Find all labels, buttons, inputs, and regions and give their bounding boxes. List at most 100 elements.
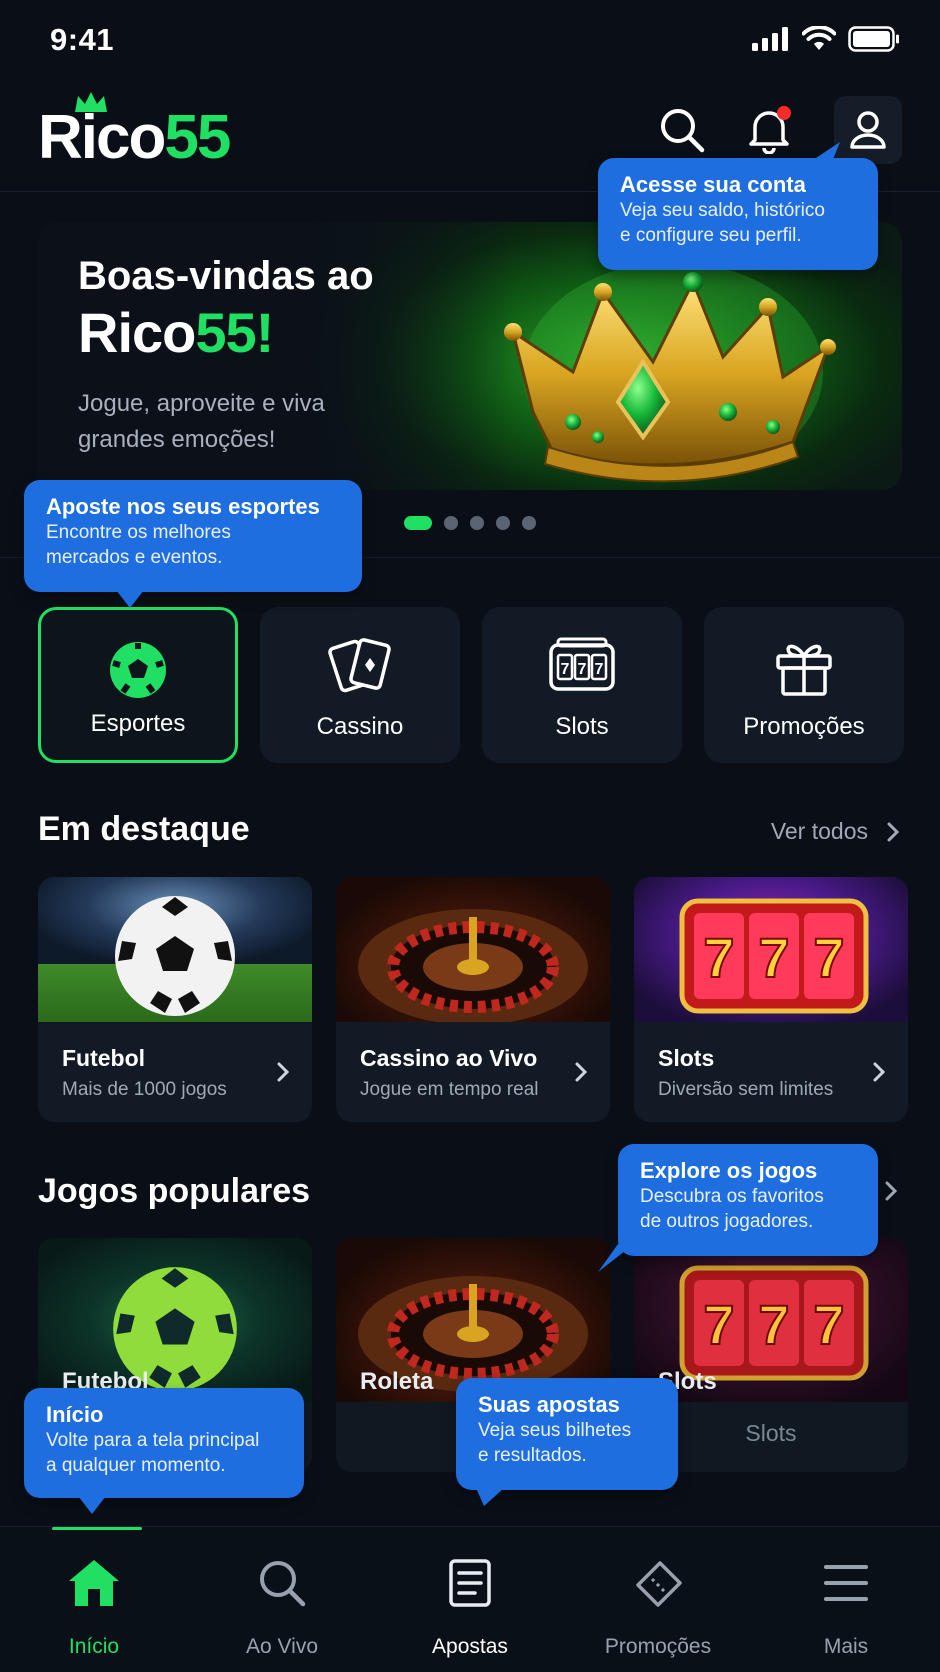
search-icon [254,1555,310,1611]
search-icon [661,109,705,153]
category-slots[interactable]: 7 7 7 Slots [482,607,682,763]
category-label: Promoções [743,713,865,740]
tooltip-home[interactable]: Início Volte para a tela principal a qua… [24,1388,304,1514]
user-icon [850,111,886,149]
notification-dot [777,106,791,120]
search-button[interactable] [648,96,716,164]
tooltip-title: Acesse sua conta [620,172,806,197]
tooltip-body: Descubra os favoritos de outros jogadore… [640,1186,824,1232]
tooltip-title: Suas apostas [478,1392,620,1417]
tooltip-body: Veja seu saldo, histórico e configure se… [620,200,825,246]
svg-text:7: 7 [703,1293,734,1356]
home-icon [66,1555,122,1611]
tooltip-title: Aposte nos seus esportes [46,494,320,519]
tooltip-title: Explore os jogos [640,1158,818,1183]
tab-label: Mais [823,1635,869,1658]
signal-icon [752,27,788,51]
chevron-right-icon [277,1062,290,1082]
svg-text:7: 7 [561,661,570,678]
slots-image: 7 7 7 [634,877,908,1022]
banner-brand-main: Rico [78,301,196,364]
section-title-featured: Em destaque [38,810,250,848]
carousel-dot[interactable] [444,516,458,530]
tab-ao-vivo[interactable]: Ao Vivo [188,1527,376,1672]
tab-promocoes[interactable]: Promoções [564,1527,752,1672]
carousel-dot[interactable] [470,516,484,530]
featured-row: Futebol Mais de 1000 jogos Cassino ao Vi… [38,877,908,1122]
see-all-label: Ver todos [770,818,868,844]
section-title-popular: Jogos populares [38,1172,311,1210]
card-subtitle: Diversão sem limites [658,1079,834,1100]
card-title: Slots [658,1045,715,1071]
svg-text:7: 7 [703,926,734,989]
status-bar: 9:41 [0,0,940,82]
svg-text:7: 7 [813,926,844,989]
futebol-image [38,877,312,1022]
chevron-right-icon[interactable] [884,1180,898,1202]
tooltip-explore[interactable]: Explore os jogos Descubra os favoritos d… [598,1144,878,1272]
tab-active-indicator [52,1527,142,1530]
chevron-right-icon [873,1062,886,1082]
tab-mais[interactable]: Mais [752,1527,940,1672]
tooltip-body: Encontre os melhores mercados e eventos. [46,522,231,568]
category-label: Cassino [316,713,404,740]
tooltip-arrow [476,1488,504,1506]
featured-card-cassino-ao-vivo[interactable]: Cassino ao Vivo Jogue em tempo real [336,877,610,1122]
tab-label: Ao Vivo [246,1635,318,1658]
svg-text:7: 7 [578,661,587,678]
tab-label: Início [68,1635,120,1658]
card-subtitle: Jogue em tempo real [360,1079,539,1100]
tooltip-arrow [116,590,144,608]
tab-label: Apostas [432,1635,508,1658]
banner-brand: Rico55! [78,300,274,365]
tooltip-arrow [598,1244,634,1272]
card-title: Futebol [62,1045,146,1071]
wifi-icon [802,26,836,50]
card-title: Cassino ao Vivo [360,1045,538,1071]
roulette-image [336,877,610,1022]
notifications-button[interactable] [735,96,803,164]
banner-brand-accent: 55! [195,301,274,364]
tooltip-sports[interactable]: Aposte nos seus esportes Encontre os mel… [24,480,362,608]
tab-apostas[interactable]: Apostas [376,1527,564,1672]
carousel-dot[interactable] [522,516,536,530]
featured-card-futebol[interactable]: Futebol Mais de 1000 jogos [38,877,312,1122]
svg-text:7: 7 [595,661,604,678]
tooltip-title: Início [46,1402,104,1427]
card-subtitle: Mais de 1000 jogos [62,1079,227,1100]
bottom-tab-bar: Início Ao Vivo Apostas Promoções Mais [0,1526,940,1672]
see-all-link[interactable]: Ver todos [771,818,900,845]
carousel-dots [404,516,536,530]
svg-text:7: 7 [813,1293,844,1356]
battery-icon [848,26,899,52]
futebol-image: Futebol [38,1238,312,1402]
slot-machine-icon: 7 7 7 [547,635,617,699]
soccer-ball-icon [103,638,173,702]
carousel-dot[interactable] [404,516,432,530]
category-cassino[interactable]: Cassino [260,607,460,763]
chevron-right-icon [575,1062,588,1082]
category-esportes[interactable]: Esportes [38,607,238,763]
tooltip-account[interactable]: Acesse sua conta Veja seu saldo, históri… [598,142,878,270]
gift-icon [769,635,839,699]
category-promocoes[interactable]: Promoções [704,607,904,763]
status-time: 9:41 [50,22,115,57]
svg-text:7: 7 [758,926,789,989]
carousel-dot[interactable] [496,516,510,530]
status-icons [752,26,900,52]
category-label: Esportes [90,710,186,737]
ticket-list-icon [442,1555,498,1611]
category-label: Slots [555,713,609,740]
logo-text-main: Rico [38,103,166,172]
slots-image: 7 7 7 Slots [634,1238,908,1402]
tooltip-arrow [810,142,840,162]
tab-label: Promoções [604,1635,712,1658]
brand-logo[interactable]: Rico55 [38,102,231,173]
coupon-icon [630,1555,686,1611]
featured-card-slots[interactable]: 7 7 7 Slots Diversão sem limites [634,877,908,1122]
tab-inicio[interactable]: Início [0,1527,188,1672]
tooltip-body: Volte para a tela principal a qualquer m… [46,1430,260,1476]
tooltip-bets[interactable]: Suas apostas Veja seus bilhetes e result… [456,1378,678,1506]
card-label: Roleta [360,1368,434,1395]
menu-icon [818,1555,874,1611]
